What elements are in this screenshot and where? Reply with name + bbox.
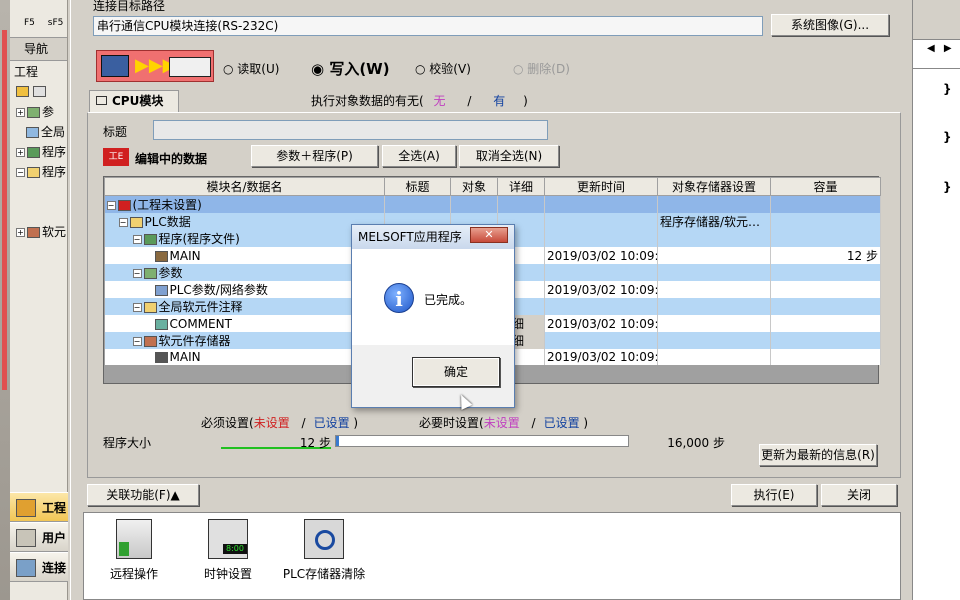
project-tree: + 参 全局 + 程序 − 程序 + 软元 xyxy=(10,102,67,242)
title-label: 标题 xyxy=(103,125,128,139)
info-icon: i xyxy=(384,283,414,313)
nav-title: 导航 xyxy=(10,38,67,60)
close-icon[interactable]: ✕ xyxy=(470,227,508,243)
window-edge xyxy=(0,0,10,600)
required-settings-legend: 必须设置(未设置 / 已设置 ) xyxy=(201,416,359,430)
close-button[interactable]: 关闭 xyxy=(821,484,897,506)
ok-button[interactable]: 确定 xyxy=(412,357,500,387)
program-size-value: 12 步 xyxy=(221,434,331,450)
new-icon[interactable] xyxy=(16,86,29,97)
nav-button-user[interactable]: 用户 xyxy=(10,522,68,552)
navigation-panel: F5 sF5 导航 工程 + 参 全局 + 程序 − 程序 + 软元 工程 用户 连接 xyxy=(10,0,68,600)
code-brace: } xyxy=(943,180,952,194)
program-size-bar xyxy=(335,435,629,447)
system-image-button[interactable]: 系统图像(G)... xyxy=(771,14,889,36)
cpu-icon xyxy=(96,96,107,105)
tree-item[interactable]: 全局 xyxy=(10,122,67,142)
plc-memory-clear-icon xyxy=(304,519,344,559)
column-header[interactable]: 容量 xyxy=(770,177,881,196)
nav-toolbar: F5 sF5 xyxy=(10,0,67,38)
nav-tree-toolbar xyxy=(10,82,67,102)
column-header[interactable]: 详细 xyxy=(497,177,545,196)
program-size-fill xyxy=(336,436,339,446)
shift-f5-icon[interactable]: sF5 xyxy=(48,18,64,28)
related-functions-panel: 远程操作 8:00 时钟设置 PLC存储器清除 xyxy=(83,512,901,600)
remote-operation-item[interactable]: 远程操作 xyxy=(108,519,160,595)
radio-read[interactable]: ○ 读取(U) xyxy=(223,60,279,77)
column-header[interactable]: 标题 xyxy=(384,177,451,196)
title-input xyxy=(153,120,548,140)
right-editor-panel: ◀ ▶ } } } xyxy=(912,0,960,600)
dialog-message: 已完成。 xyxy=(424,293,473,307)
tree-item[interactable]: − 程序 xyxy=(10,162,67,182)
completion-dialog: MELSOFT应用程序 ✕ i 已完成。 确定 xyxy=(351,224,515,408)
divider xyxy=(913,68,960,69)
copy-icon[interactable] xyxy=(32,86,46,97)
computer-icon xyxy=(101,55,129,77)
table-row[interactable]: − (工程未设置) xyxy=(104,195,881,213)
param-program-button[interactable]: 参数＋程序(P) xyxy=(251,145,378,167)
plc-icon xyxy=(169,57,211,77)
tab-cpu-module[interactable]: CPU模块 xyxy=(89,90,179,112)
column-header[interactable]: 对象存储器设置 xyxy=(657,177,771,196)
code-brace: } xyxy=(943,82,952,96)
related-functions-button[interactable]: 关联功能(F)▲ xyxy=(87,484,199,506)
remote-operation-icon xyxy=(116,519,152,559)
right-scroll-arrows: ◀ ▶ xyxy=(913,40,960,60)
radio-verify[interactable]: ○ 校验(V) xyxy=(415,60,471,77)
radio-write[interactable]: ◉ 写入(W) xyxy=(311,58,390,79)
nav-section-project: 工程 xyxy=(10,60,67,82)
editing-data-icon: 工E xyxy=(103,148,129,166)
scroll-right-icon[interactable]: ▶ xyxy=(944,43,952,54)
exec-data-indicator: 执行对象数据的有无( 无 / 有 ) xyxy=(311,94,528,108)
column-header[interactable]: 更新时间 xyxy=(544,177,658,196)
clock-setting-icon: 8:00 xyxy=(208,519,248,559)
clock-setting-item[interactable]: 8:00 时钟设置 xyxy=(202,519,254,595)
column-header[interactable]: 模块名/数据名 xyxy=(104,177,385,196)
path-field: 串行通信CPU模块连接(RS-232C) xyxy=(93,16,763,36)
nav-button-connection[interactable]: 连接 xyxy=(10,552,68,582)
plc-memory-clear-item[interactable]: PLC存储器清除 xyxy=(282,519,366,595)
nav-bottom-buttons: 工程 用户 连接 xyxy=(10,492,68,582)
tree-item[interactable]: + 软元 xyxy=(10,222,67,242)
scroll-left-icon[interactable]: ◀ xyxy=(927,43,935,54)
radio-delete: ○ 删除(D) xyxy=(513,62,570,76)
editing-data-label: 编辑中的数据 xyxy=(135,152,208,166)
optional-settings-legend: 必要时设置(未设置 / 已设置 ) xyxy=(419,416,589,430)
right-toolbar xyxy=(913,0,960,40)
path-label: 连接目标路径 xyxy=(93,0,166,13)
tree-item[interactable]: + 参 xyxy=(10,102,67,122)
f5-icon[interactable]: F5 xyxy=(24,18,35,28)
select-all-button[interactable]: 全选(A) xyxy=(382,145,456,167)
code-brace: } xyxy=(943,130,952,144)
capacity-value: 16,000 步 xyxy=(667,436,725,450)
execute-button[interactable]: 执行(E) xyxy=(731,484,817,506)
nav-button-project[interactable]: 工程 xyxy=(10,492,68,522)
write-direction-graphic: ▶▶▶ xyxy=(96,50,214,82)
refresh-info-button[interactable]: 更新为最新的信息(R) xyxy=(759,444,877,466)
program-size-label: 程序大小 xyxy=(103,436,152,450)
deselect-all-button[interactable]: 取消全选(N) xyxy=(459,145,559,167)
column-header[interactable]: 对象 xyxy=(450,177,498,196)
dialog-body: i 已完成。 xyxy=(352,249,514,345)
tree-item[interactable]: + 程序 xyxy=(10,142,67,162)
